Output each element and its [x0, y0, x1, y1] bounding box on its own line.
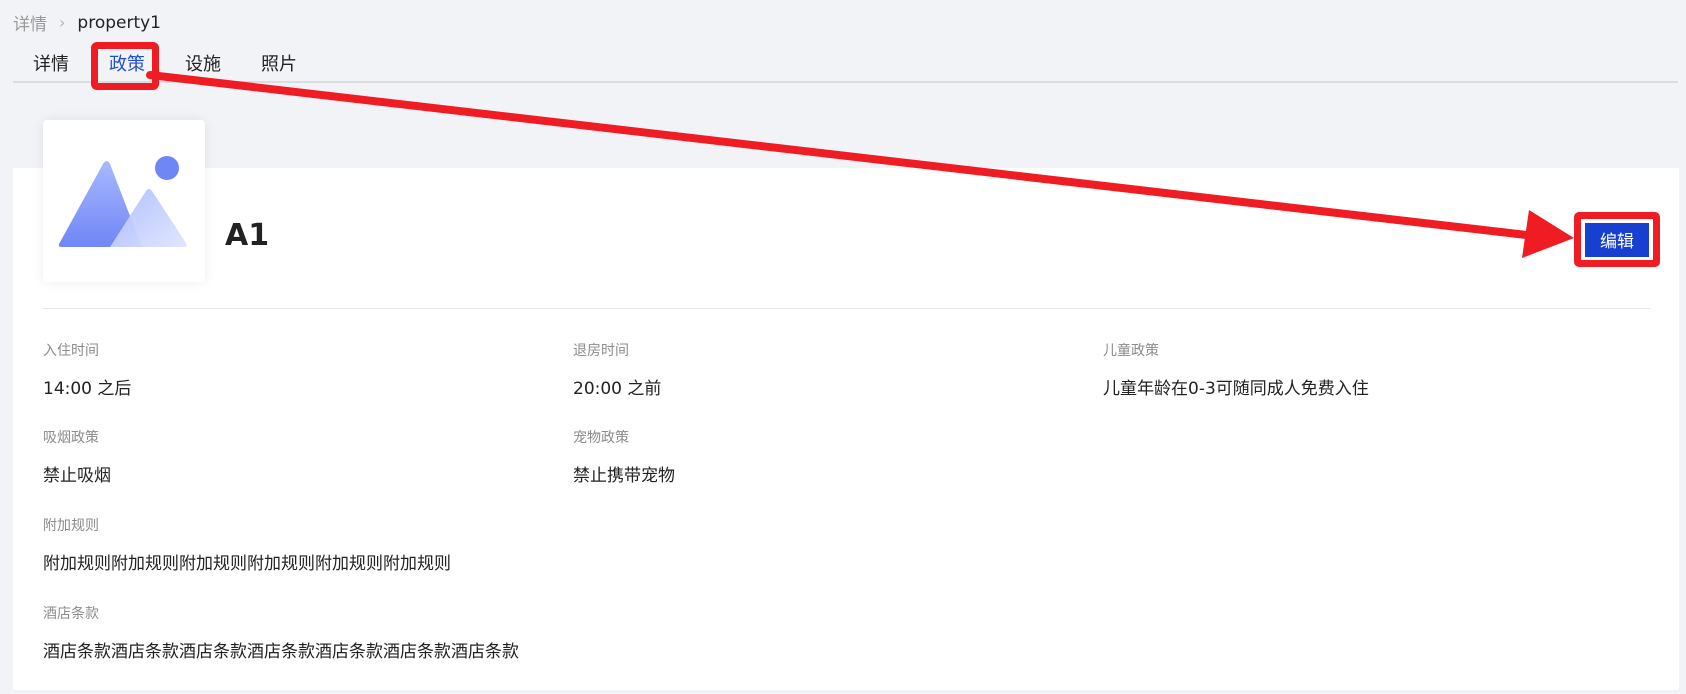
tab-photos[interactable]: 照片 [261, 50, 297, 76]
pets-value: 禁止携带宠物 [573, 466, 675, 486]
property-thumbnail [43, 120, 205, 282]
checkin-field: 入住时间 14:00 之后 [43, 340, 131, 399]
extra-rules-value: 附加规则附加规则附加规则附加规则附加规则附加规则 [43, 554, 451, 574]
checkout-label: 退房时间 [573, 343, 629, 359]
image-placeholder-icon [58, 156, 187, 247]
checkin-label: 入住时间 [43, 343, 99, 359]
pets-label: 宠物政策 [573, 430, 629, 446]
smoking-field: 吸烟政策 禁止吸烟 [43, 427, 111, 486]
extra-rules-label: 附加规则 [43, 518, 99, 534]
hotel-terms-value: 酒店条款酒店条款酒店条款酒店条款酒店条款酒店条款酒店条款 [43, 642, 519, 662]
tab-policy-annotation-box [91, 42, 159, 90]
edit-button[interactable]: 编辑 [1584, 221, 1650, 258]
chevron-right-icon: › [59, 13, 66, 32]
breadcrumb-parent[interactable]: 详情 [13, 10, 47, 35]
checkout-field: 退房时间 20:00 之前 [573, 340, 661, 399]
breadcrumb: 详情 › property1 [13, 10, 161, 36]
edit-button-annotation-box: 编辑 [1574, 212, 1660, 267]
hotel-terms-field: 酒店条款 酒店条款酒店条款酒店条款酒店条款酒店条款酒店条款酒店条款 [43, 603, 519, 662]
tab-bar: 详情 政策 设施 照片 [13, 44, 1678, 83]
extra-rules-field: 附加规则 附加规则附加规则附加规则附加规则附加规则附加规则 [43, 515, 451, 574]
pets-field: 宠物政策 禁止携带宠物 [573, 427, 675, 486]
smoking-label: 吸烟政策 [43, 430, 99, 446]
property-name: A1 [225, 218, 270, 253]
tab-details[interactable]: 详情 [33, 50, 69, 76]
children-value: 儿童年龄在0-3可随同成人免费入住 [1103, 379, 1369, 399]
tab-facilities[interactable]: 设施 [185, 50, 221, 76]
children-label: 儿童政策 [1103, 343, 1159, 359]
hotel-terms-label: 酒店条款 [43, 606, 99, 622]
smoking-value: 禁止吸烟 [43, 466, 111, 486]
children-field: 儿童政策 儿童年龄在0-3可随同成人免费入住 [1103, 340, 1369, 399]
checkout-value: 20:00 之前 [573, 379, 662, 399]
breadcrumb-current: property1 [77, 12, 161, 33]
divider [43, 308, 1650, 309]
checkin-value: 14:00 之后 [43, 379, 132, 399]
